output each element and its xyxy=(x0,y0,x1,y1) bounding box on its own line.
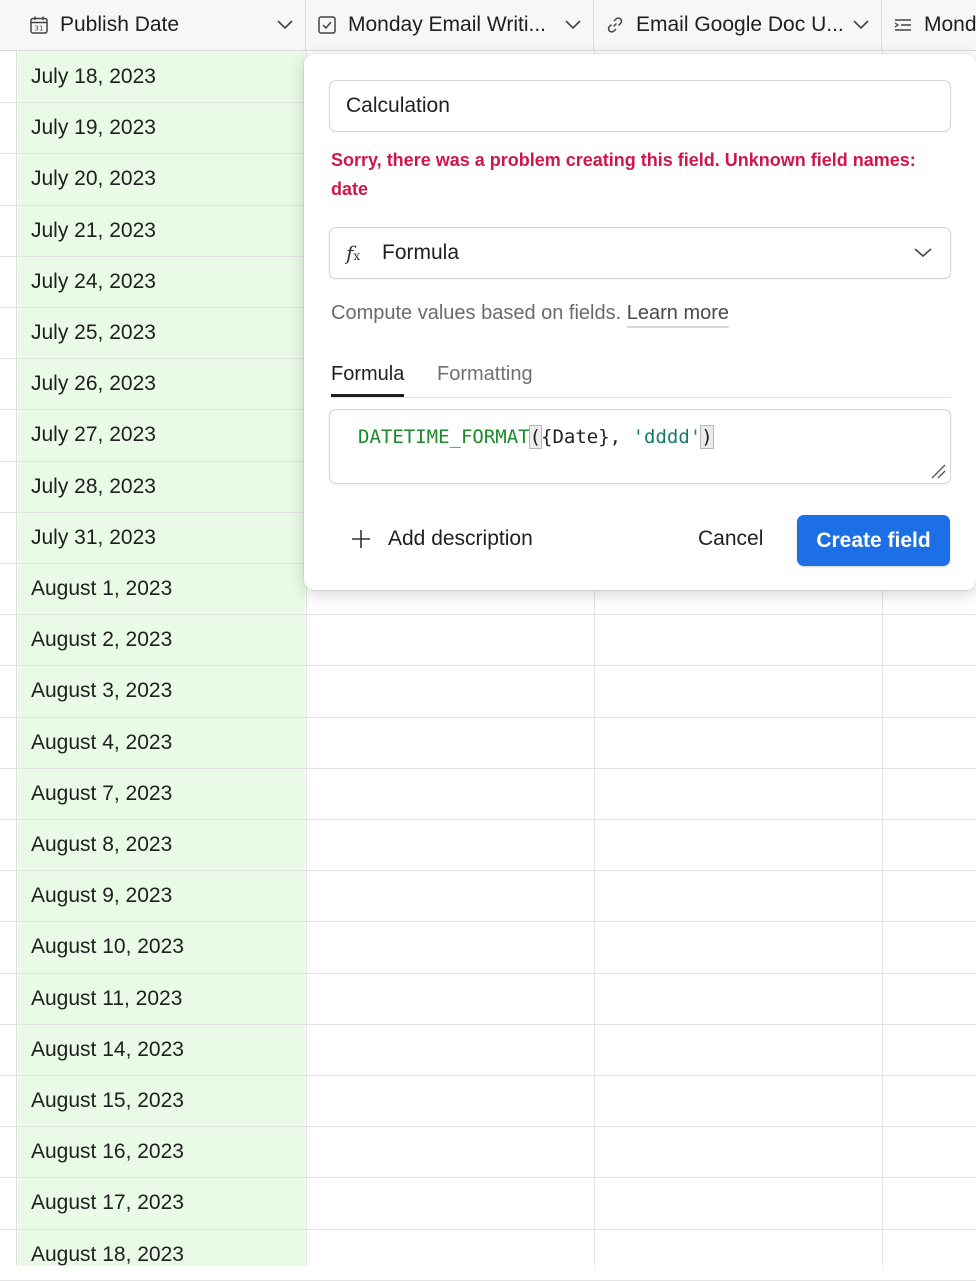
column-header-label: Monday Email Writi... xyxy=(348,13,546,36)
svg-text:31: 31 xyxy=(35,25,44,33)
date-cell[interactable]: July 27, 2023 xyxy=(31,409,156,460)
add-description-button[interactable]: Add description xyxy=(350,524,533,554)
column-header-label: Email Google Doc U... xyxy=(636,13,844,36)
date-cell[interactable]: July 20, 2023 xyxy=(31,153,156,204)
date-cell[interactable]: July 18, 2023 xyxy=(31,51,156,102)
create-field-button[interactable]: Create field xyxy=(797,515,950,566)
cancel-button[interactable]: Cancel xyxy=(698,524,763,554)
formula-editor[interactable]: DATETIME_FORMAT({Date}, 'dddd') xyxy=(329,409,951,484)
chevron-down-icon[interactable] xyxy=(851,15,871,35)
date-cell[interactable]: August 3, 2023 xyxy=(31,665,172,716)
add-description-label: Add description xyxy=(388,527,533,550)
checkbox-icon xyxy=(316,14,338,36)
field-type-description: Compute values based on fields. Learn mo… xyxy=(331,298,730,328)
chevron-down-icon[interactable] xyxy=(563,15,583,35)
column-header-monday[interactable]: Mond xyxy=(882,0,976,50)
learn-more-link[interactable]: Learn more xyxy=(626,302,730,328)
date-cell[interactable]: July 19, 2023 xyxy=(31,102,156,153)
date-cell[interactable]: August 8, 2023 xyxy=(31,819,172,870)
date-cell[interactable]: August 15, 2023 xyxy=(31,1075,184,1126)
formula-string: 'dddd' xyxy=(632,426,702,448)
date-cell[interactable]: July 24, 2023 xyxy=(31,256,156,307)
field-name-input[interactable]: Calculation xyxy=(329,80,951,132)
grid-header: 31 Publish Date Monday Email Writi... Em… xyxy=(0,0,976,51)
formula-function: DATETIME_FORMAT xyxy=(358,426,530,448)
formula-code[interactable]: DATETIME_FORMAT({Date}, 'dddd') xyxy=(358,425,714,449)
date-cell[interactable]: July 25, 2023 xyxy=(31,307,156,358)
calendar-icon: 31 xyxy=(28,14,50,36)
date-cell[interactable]: August 10, 2023 xyxy=(31,921,184,972)
error-message: Sorry, there was a problem creating this… xyxy=(331,150,916,199)
date-cell[interactable]: August 14, 2023 xyxy=(31,1024,184,1075)
date-cell[interactable]: July 28, 2023 xyxy=(31,461,156,512)
description-text: Compute values based on fields. xyxy=(331,302,622,324)
date-cell[interactable]: August 9, 2023 xyxy=(31,870,172,921)
date-cell[interactable]: August 11, 2023 xyxy=(31,973,182,1024)
date-cell[interactable]: August 4, 2023 xyxy=(31,717,172,768)
chevron-down-icon[interactable] xyxy=(275,15,295,35)
date-cell[interactable]: August 1, 2023 xyxy=(31,563,172,614)
date-cell[interactable]: July 31, 2023 xyxy=(31,512,156,563)
field-type-label: Formula xyxy=(382,241,460,264)
column-header-label: Mond xyxy=(924,13,976,36)
resize-handle-icon[interactable] xyxy=(930,463,946,479)
config-tabs: Formula Formatting xyxy=(331,359,951,398)
date-cell[interactable]: July 26, 2023 xyxy=(31,358,156,409)
column-header-label: Publish Date xyxy=(60,13,180,36)
formula-icon: fx xyxy=(346,241,361,265)
formula-paren-close: ) xyxy=(700,425,714,449)
date-cell[interactable]: August 16, 2023 xyxy=(31,1126,184,1177)
column-header-monday-email[interactable]: Monday Email Writi... xyxy=(306,0,594,50)
tab-formula[interactable]: Formula xyxy=(331,359,405,397)
date-cell[interactable]: August 18, 2023 xyxy=(31,1229,184,1280)
column-header-email-google-doc[interactable]: Email Google Doc U... xyxy=(594,0,882,50)
link-icon xyxy=(604,14,626,36)
formula-field-ref: {Date}, xyxy=(541,426,633,448)
chevron-down-icon xyxy=(914,248,936,258)
formula-paren-open: ( xyxy=(528,425,543,449)
column-header-publish-date[interactable]: 31 Publish Date xyxy=(18,0,306,50)
field-config-dialog: Calculation Sorry, there was a problem c… xyxy=(304,54,976,590)
plus-icon xyxy=(350,528,372,550)
field-type-select[interactable]: fx Formula xyxy=(329,227,951,279)
text-lines-icon xyxy=(892,14,914,36)
date-cell[interactable]: August 17, 2023 xyxy=(31,1177,184,1228)
date-cell[interactable]: July 21, 2023 xyxy=(31,205,156,256)
date-cell[interactable]: August 2, 2023 xyxy=(31,614,172,665)
date-cell[interactable]: August 7, 2023 xyxy=(31,768,172,819)
row-gutter xyxy=(0,0,17,1266)
tab-formatting[interactable]: Formatting xyxy=(437,359,533,397)
